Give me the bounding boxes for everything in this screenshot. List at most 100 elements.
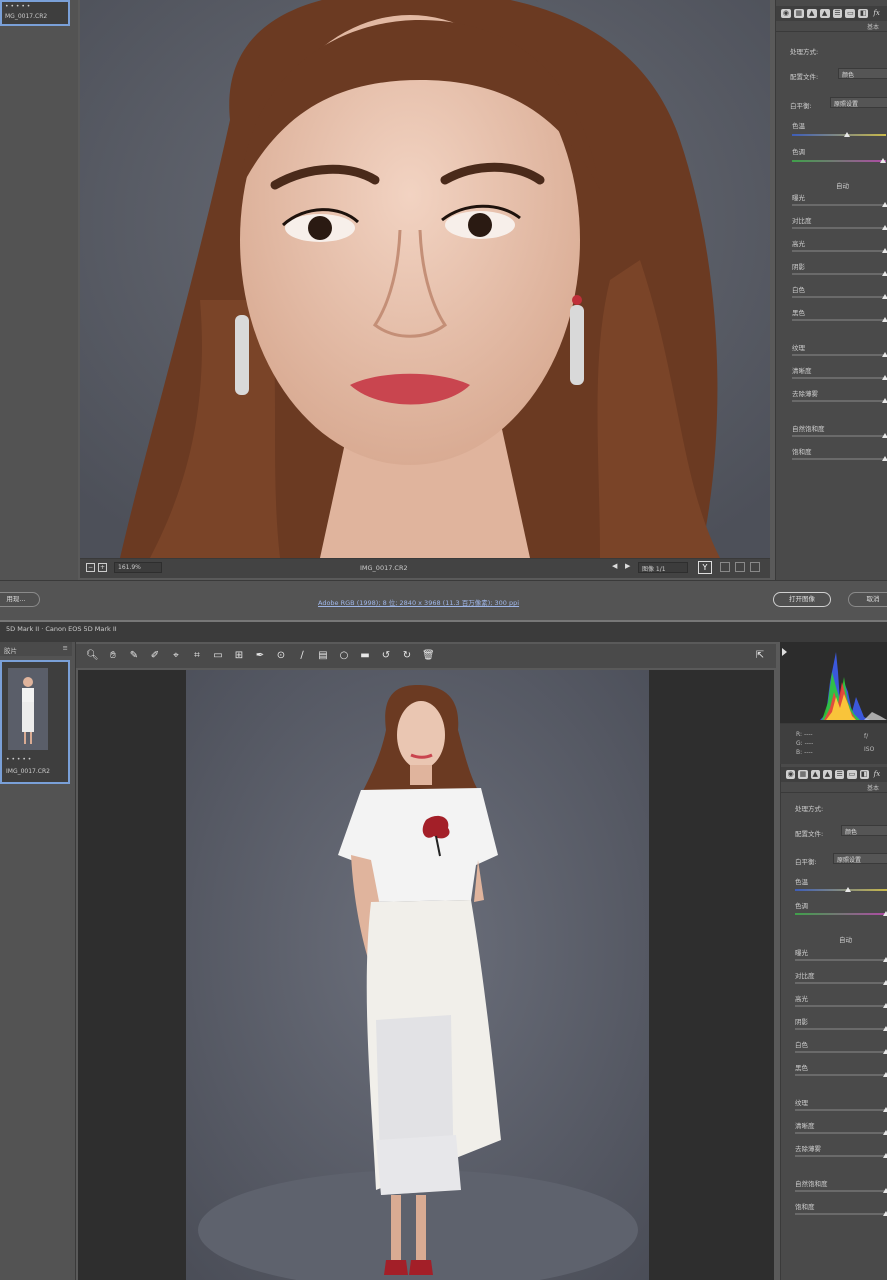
mountain-icon[interactable]: ▲ [806, 9, 817, 18]
red-eye-icon[interactable]: ⊙ [275, 650, 287, 662]
adjustment-slider[interactable] [795, 1049, 887, 1054]
adjustment-slider[interactable] [795, 1153, 887, 1158]
lens-icon[interactable]: ◧ [858, 9, 869, 18]
adjustment-slider[interactable] [795, 1188, 887, 1193]
slider-label: 清晰度 [795, 1122, 815, 1130]
profile-select[interactable]: 颜色 [838, 68, 887, 79]
adjustment-slider[interactable] [792, 317, 887, 322]
adjustment-slider[interactable] [795, 980, 887, 985]
adjustment-slider[interactable] [795, 1107, 887, 1112]
camera-icon[interactable]: ◉ [786, 770, 796, 779]
adjustment-slider[interactable] [795, 1211, 887, 1216]
filmstrip-header: 胶片 ≡ [0, 642, 72, 656]
lens-icon[interactable]: ◧ [859, 770, 869, 779]
top-filmstrip-thumbnail[interactable]: MG_0017.CR2 • • • • • [0, 0, 70, 26]
zoom-in-icon[interactable]: + [98, 563, 107, 572]
adjustment-slider[interactable] [792, 433, 887, 438]
bottom-preview-area[interactable] [78, 670, 774, 1280]
top-action-bar: 用现... Adobe RGB (1998); 8 位; 2840 x 3968… [0, 580, 887, 620]
copy-icon[interactable] [735, 562, 745, 572]
temperature-slider[interactable] [792, 132, 886, 137]
readout-r: R: ---- [796, 731, 813, 738]
slider-label: 曝光 [795, 949, 808, 957]
tint-slider[interactable] [795, 911, 887, 916]
auto-label[interactable]: 自动 [836, 180, 849, 190]
stripes-icon[interactable]: ▭ [847, 770, 857, 779]
radial-filter-icon[interactable]: ○ [338, 650, 350, 662]
white-balance-select[interactable]: 原照设置 [830, 97, 887, 108]
adjustment-slider[interactable] [792, 375, 887, 380]
crop-icon[interactable]: ⌗ [191, 650, 203, 662]
thumbnail-label: IMG_0017.CR2 [6, 768, 50, 775]
adjustment-slider[interactable] [792, 202, 887, 207]
rotate-left-icon[interactable]: ↺ [380, 650, 392, 662]
open-image-button[interactable]: 打开图像 [773, 592, 831, 607]
temperature-slider[interactable] [795, 887, 887, 892]
adjustment-slider[interactable] [792, 294, 887, 299]
next-icon[interactable]: ▶ [625, 562, 630, 570]
fx-icon[interactable]: fx [871, 9, 882, 18]
adjustment-slider[interactable] [792, 352, 887, 357]
thumbnail-label: MG_0017.CR2 [5, 13, 48, 20]
prev-icon[interactable]: ◀ [612, 562, 617, 570]
lines-icon[interactable]: ☰ [832, 9, 843, 18]
grid-icon[interactable]: ▦ [793, 9, 804, 18]
thumbnail-image [8, 668, 48, 750]
profile-label: 配置文件: [790, 73, 819, 81]
hand-tool-icon[interactable]: ✋︎ [107, 650, 119, 662]
zoom-select[interactable]: 161.9% [114, 562, 162, 573]
transform-icon[interactable]: ⊞ [233, 650, 245, 662]
adjustment-slider[interactable] [792, 248, 887, 253]
graduated-filter-icon[interactable]: ▤ [317, 650, 329, 662]
bottom-filmstrip-thumbnail[interactable]: • • • • • IMG_0017.CR2 [0, 660, 70, 784]
fullscreen-icon[interactable]: ⇱ [754, 650, 766, 662]
trash-icon[interactable]: 🗑︎ [422, 650, 435, 662]
save-image-button[interactable]: 用现... [0, 592, 40, 607]
temperature-label: 色温 [795, 878, 808, 886]
slider-label: 曝光 [792, 194, 805, 202]
top-preview-image[interactable] [80, 0, 770, 558]
stripes-icon[interactable]: ▭ [845, 9, 856, 18]
auto-label[interactable]: 自动 [839, 934, 852, 944]
workflow-options-link[interactable]: Adobe RGB (1998); 8 位; 2840 x 3968 (11.3… [318, 597, 519, 607]
grid-icon[interactable]: ▦ [798, 770, 808, 779]
slider-label: 阴影 [795, 1018, 808, 1026]
rotate-right-icon[interactable]: ↻ [401, 650, 413, 662]
adjustment-slider[interactable] [795, 1003, 887, 1008]
mountain-alt-icon[interactable]: ▲ [819, 9, 830, 18]
filmstrip-menu-icon[interactable]: ≡ [63, 644, 68, 652]
adjustment-slider[interactable] [792, 271, 887, 276]
settings-icon[interactable] [750, 562, 760, 572]
eyedropper-icon[interactable]: ✎ [128, 650, 140, 662]
targeted-adjust-icon[interactable]: ⌖ [170, 650, 182, 662]
white-balance-label: 白平衡: [790, 102, 812, 110]
adjustment-slider[interactable] [795, 1072, 887, 1077]
camera-icon[interactable]: ◉ [781, 9, 791, 18]
mountain-icon[interactable]: ▲ [810, 770, 820, 779]
histogram-graph [782, 648, 887, 720]
profile-select[interactable]: 颜色 [841, 825, 887, 836]
fit-icon[interactable]: − [86, 563, 95, 572]
tint-slider[interactable] [792, 158, 886, 163]
cancel-button[interactable]: 取消 [848, 592, 887, 607]
compare-y-icon[interactable]: Y [698, 561, 712, 574]
adjustment-slider[interactable] [795, 1026, 887, 1031]
slider-label: 去除薄雾 [792, 390, 818, 398]
straighten-icon[interactable]: ▭ [212, 650, 224, 662]
preferences-icon[interactable]: ▬ [359, 650, 371, 662]
lines-icon[interactable]: ☰ [835, 770, 845, 779]
adjustment-slider[interactable] [792, 456, 887, 461]
spot-removal-icon[interactable]: ✒ [254, 650, 266, 662]
swap-icon[interactable] [720, 562, 730, 572]
zoom-tool-icon[interactable]: 🔍︎ [86, 650, 99, 662]
fx-icon[interactable]: fx [872, 770, 882, 779]
mountain-alt-icon[interactable]: ▲ [822, 770, 833, 779]
adjustment-slider[interactable] [792, 225, 887, 230]
white-balance-select[interactable]: 原照设置 [833, 853, 887, 864]
color-sampler-icon[interactable]: ✐ [149, 650, 161, 662]
brush-icon[interactable]: ∕ [296, 650, 308, 662]
adjustment-slider[interactable] [795, 1130, 887, 1135]
portrait-photo [80, 0, 770, 558]
adjustment-slider[interactable] [792, 398, 887, 403]
adjustment-slider[interactable] [795, 957, 887, 962]
